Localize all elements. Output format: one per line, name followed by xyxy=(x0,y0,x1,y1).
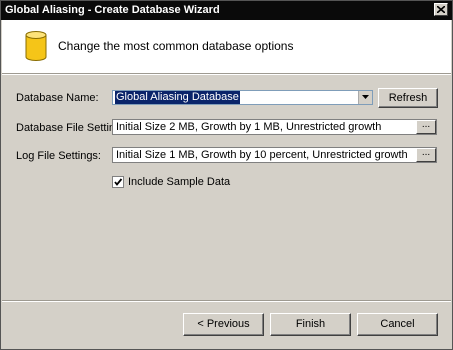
footer-divider-highlight xyxy=(2,301,451,302)
include-sample-label[interactable]: Include Sample Data xyxy=(128,176,230,188)
database-name-value[interactable]: Global Aliasing Database xyxy=(115,91,240,104)
close-button[interactable] xyxy=(434,3,448,16)
finish-button[interactable]: Finish xyxy=(270,313,351,336)
database-name-combo[interactable]: Global Aliasing Database xyxy=(112,90,373,105)
window-title: Global Aliasing - Create Database Wizard xyxy=(5,4,220,16)
close-icon xyxy=(437,6,445,13)
log-file-label: Log File Settings: xyxy=(16,150,101,162)
previous-button[interactable]: < Previous xyxy=(183,313,264,336)
cancel-button[interactable]: Cancel xyxy=(357,313,438,336)
database-icon xyxy=(25,31,47,61)
log-file-browse-button[interactable]: ... xyxy=(416,148,436,162)
database-file-value: Initial Size 2 MB, Growth by 1 MB, Unres… xyxy=(116,121,382,133)
combo-dropdown-button[interactable] xyxy=(358,91,372,104)
chevron-down-icon xyxy=(362,95,369,99)
checkmark-icon xyxy=(114,178,123,186)
wizard-header: Change the most common database options xyxy=(2,20,451,74)
header-divider xyxy=(2,74,451,75)
refresh-button[interactable]: Refresh xyxy=(378,88,438,108)
wizard-window: Global Aliasing - Create Database Wizard… xyxy=(0,0,453,350)
include-sample-checkbox[interactable] xyxy=(112,176,124,188)
header-text: Change the most common database options xyxy=(58,39,294,53)
database-file-browse-button[interactable]: ... xyxy=(416,120,436,134)
title-bar: Global Aliasing - Create Database Wizard xyxy=(1,1,452,20)
database-name-label: Database Name: xyxy=(16,92,99,104)
database-file-field[interactable]: Initial Size 2 MB, Growth by 1 MB, Unres… xyxy=(112,119,437,135)
log-file-field[interactable]: Initial Size 1 MB, Growth by 10 percent,… xyxy=(112,147,437,163)
log-file-value: Initial Size 1 MB, Growth by 10 percent,… xyxy=(116,149,408,161)
